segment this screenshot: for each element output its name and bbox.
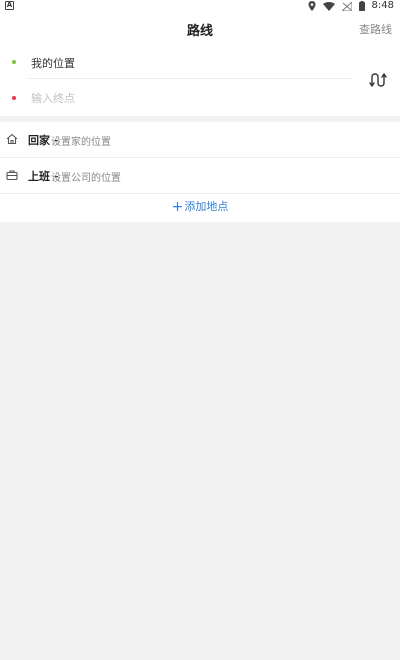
home-label-text: 回家 [28,134,50,147]
page-title: 路线 [186,24,213,39]
swap-icon [369,73,387,87]
home-hint: 设置家的位置 [51,137,111,148]
swap-route-button[interactable] [368,70,388,90]
origin-label: 我的位置 [31,57,75,70]
location-icon [308,1,316,11]
briefcase-icon [6,170,18,181]
status-bar: A 8:48 [0,0,400,12]
destination-row[interactable] [0,80,355,115]
work-hint: 设置公司的位置 [51,173,121,184]
add-place-button[interactable]: +添加地点 [0,198,400,214]
route-divider [28,78,353,79]
origin-row[interactable]: 我的位置 [0,44,355,79]
app-header: 路线 查路线 [0,12,400,44]
work-label-text: 上班 [28,170,50,183]
plus-icon: + [171,199,184,215]
home-place-row[interactable]: 回家 - 设置家的位置 [0,122,400,156]
add-place-label: 添加地点 [184,200,229,213]
notification-badge-icon: A [5,1,14,10]
status-icons: 8:48 [308,0,394,12]
home-icon [6,133,18,145]
signal-off-icon [341,1,352,11]
empty-content-area [0,222,400,660]
battery-icon [358,1,365,11]
saved-places-panel: 回家 - 设置家的位置 上班 - 设置公司的位置 +添加地点 [0,122,400,222]
search-route-button[interactable]: 查路线 [359,21,392,37]
work-place-row[interactable]: 上班 - 设置公司的位置 [0,158,400,192]
place-divider [0,193,400,194]
destination-dot-icon [12,96,16,100]
destination-input[interactable] [31,89,331,107]
origin-dot-icon [12,60,16,64]
wifi-icon [322,1,335,11]
route-panel: 我的位置 [0,44,400,116]
status-time: 8:48 [371,0,394,11]
